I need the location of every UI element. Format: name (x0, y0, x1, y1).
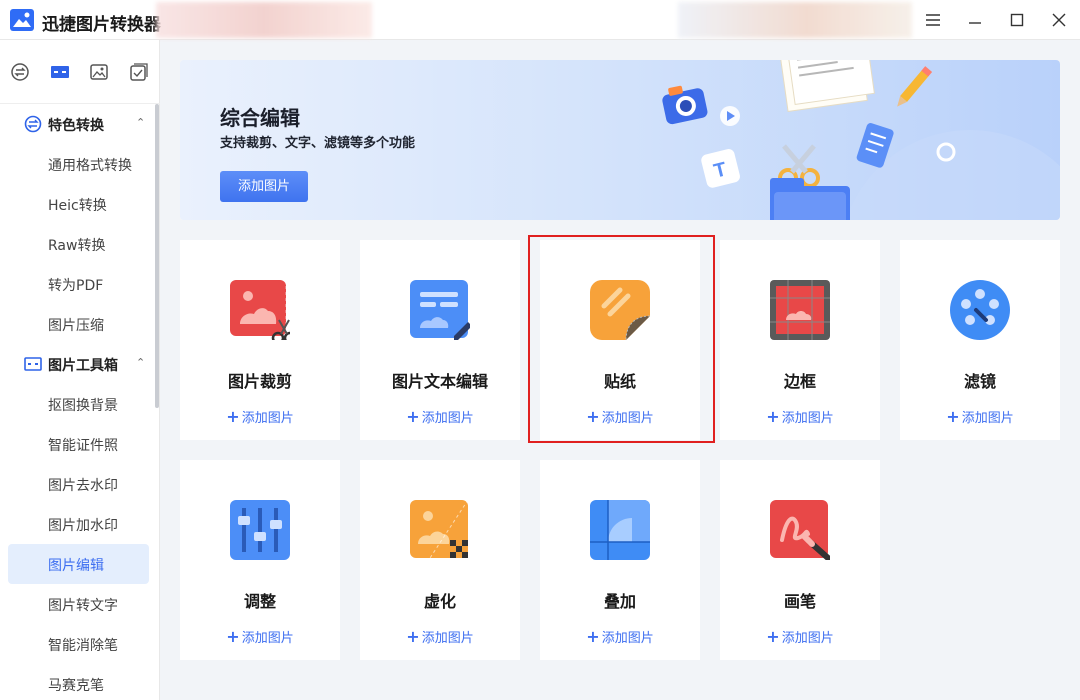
toolbox-icon (24, 357, 42, 371)
blurred-region (156, 2, 372, 38)
sidebar: 特色转换 ⌃ 通用格式转换 Heic转换 Raw转换 转为PDF 图片压缩 图片… (0, 40, 160, 700)
check-icon[interactable] (129, 62, 149, 82)
add-image-link[interactable]: + 添加图片 (180, 627, 340, 646)
blurred-region (678, 2, 912, 38)
add-image-link[interactable]: + 添加图片 (540, 627, 700, 646)
minimize-icon[interactable] (962, 8, 988, 32)
add-image-link[interactable]: + 添加图片 (180, 407, 340, 426)
sidebar-item-eraser[interactable]: 智能消除笔 (8, 624, 149, 664)
tool-name: 图片文本编辑 (391, 372, 488, 391)
app-logo-icon (10, 9, 34, 31)
add-image-link[interactable]: + 添加图片 (720, 407, 880, 426)
add-image-link[interactable]: + 添加图片 (900, 407, 1060, 426)
banner-illustration: T (662, 60, 1060, 220)
sidebar-item-add-watermark[interactable]: 图片加水印 (8, 504, 149, 544)
sidebar-item-raw[interactable]: Raw转换 (8, 224, 149, 264)
blur-icon (410, 500, 469, 559)
menu-icon[interactable] (920, 8, 946, 32)
chevron-up-icon[interactable]: ⌃ (136, 356, 145, 369)
sidebar-item-image-to-text[interactable]: 图片转文字 (8, 584, 149, 624)
section-label: 图片工具箱 (48, 358, 118, 374)
border-icon (770, 280, 830, 340)
overlay-icon (590, 500, 650, 560)
text-edit-icon (410, 280, 470, 340)
section-image-toolbox[interactable]: 图片工具箱 ⌃ (0, 344, 156, 384)
maximize-icon[interactable] (1004, 8, 1030, 32)
chevron-up-icon[interactable]: ⌃ (136, 116, 145, 129)
tool-name: 图片裁剪 (227, 372, 292, 391)
tool-name: 画笔 (783, 592, 816, 611)
tool-card-border[interactable]: 边框 + 添加图片 (720, 240, 880, 440)
tool-card-overlay[interactable]: 叠加 + 添加图片 (540, 460, 700, 660)
sidebar-item-pdf[interactable]: 转为PDF (8, 264, 149, 304)
sidebar-item-mosaic[interactable]: 马赛克笔 (8, 664, 149, 700)
section-label: 特色转换 (48, 118, 104, 134)
title-bar: 迅捷图片转换器 (0, 0, 1080, 40)
tool-name: 调整 (243, 592, 276, 611)
tool-card-adjust[interactable]: 调整 + 添加图片 (180, 460, 340, 660)
tool-card-text-edit[interactable]: 图片文本编辑 + 添加图片 (360, 240, 520, 440)
tool-name: 叠加 (603, 592, 636, 611)
tool-card-filter[interactable]: 滤镜 + 添加图片 (900, 240, 1060, 440)
sidebar-item-compress[interactable]: 图片压缩 (8, 304, 149, 344)
add-image-link[interactable]: + 添加图片 (360, 627, 520, 646)
app-title: 迅捷图片转换器 (42, 15, 161, 35)
adjust-icon (230, 500, 290, 560)
add-image-link[interactable]: + 添加图片 (360, 407, 520, 426)
add-image-link[interactable]: + 添加图片 (720, 627, 880, 646)
sidebar-item-heic[interactable]: Heic转换 (8, 184, 149, 224)
crop-icon (230, 280, 290, 340)
convert-icon[interactable] (10, 62, 30, 82)
sidebar-item-general-format[interactable]: 通用格式转换 (8, 144, 149, 184)
banner-title: 综合编辑 (220, 106, 300, 130)
section-feature-convert[interactable]: 特色转换 ⌃ (0, 104, 156, 144)
sidebar-item-cutout[interactable]: 抠图换背景 (8, 384, 149, 424)
tool-name: 边框 (783, 372, 816, 391)
convert-icon (24, 115, 42, 133)
tool-name: 滤镜 (963, 372, 996, 391)
tool-name: 虚化 (423, 592, 456, 611)
toolbox-icon[interactable] (50, 62, 70, 82)
add-image-button[interactable]: 添加图片 (220, 171, 308, 202)
sidebar-top-tabs (0, 40, 160, 104)
tool-card-crop[interactable]: 图片裁剪 + 添加图片 (180, 240, 340, 440)
sidebar-item-image-edit[interactable]: 图片编辑 (8, 544, 149, 584)
tool-card-blur[interactable]: 虚化 + 添加图片 (360, 460, 520, 660)
tool-card-brush[interactable]: 画笔 + 添加图片 (720, 460, 880, 660)
filter-icon (950, 280, 1010, 340)
feature-banner: 综合编辑 支持裁剪、文字、滤镜等多个功能 添加图片 T (180, 60, 1060, 220)
sidebar-item-remove-watermark[interactable]: 图片去水印 (8, 464, 149, 504)
selection-highlight (528, 235, 715, 443)
sidebar-item-id-photo[interactable]: 智能证件照 (8, 424, 149, 464)
close-icon[interactable] (1046, 8, 1072, 32)
image-icon[interactable] (89, 62, 109, 82)
brush-icon (770, 500, 830, 560)
banner-subtitle: 支持裁剪、文字、滤镜等多个功能 (220, 136, 416, 151)
